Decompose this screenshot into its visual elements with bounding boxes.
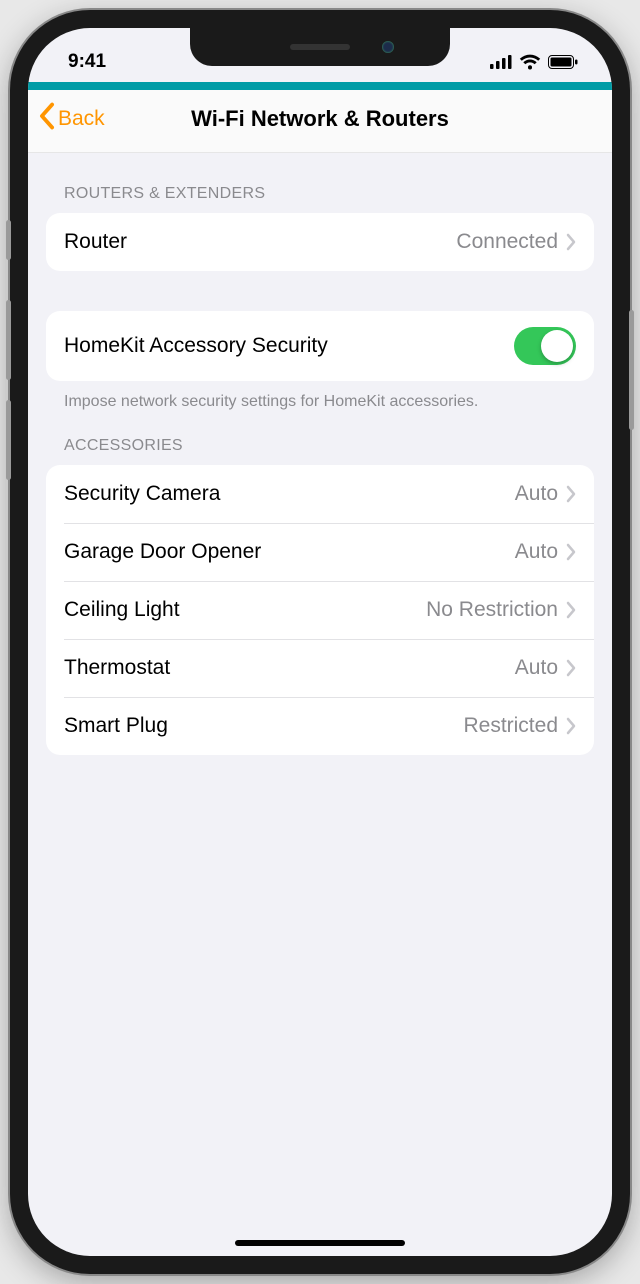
row-value: Auto <box>515 482 558 506</box>
row-value: Restricted <box>463 714 558 738</box>
notch <box>190 28 450 66</box>
row-value: Connected <box>456 230 558 254</box>
chevron-right-icon <box>566 543 576 561</box>
row-value: Auto <box>515 656 558 680</box>
section-header-accessories: ACCESSORIES <box>46 413 594 465</box>
row-router[interactable]: Router Connected <box>46 213 594 271</box>
row-value: No Restriction <box>426 598 558 622</box>
nav-bar: Back Wi-Fi Network & Routers <box>28 90 612 153</box>
row-label: Ceiling Light <box>64 598 426 622</box>
group-accessories: Security Camera Auto Garage Door Opener … <box>46 465 594 755</box>
section-header-routers: ROUTERS & EXTENDERS <box>46 153 594 213</box>
volume-down-button <box>6 400 11 480</box>
row-label: Security Camera <box>64 482 515 506</box>
chevron-right-icon <box>566 717 576 735</box>
cellular-icon <box>490 55 512 69</box>
section-footer-security: Impose network security settings for Hom… <box>46 381 594 413</box>
chevron-right-icon <box>566 485 576 503</box>
row-accessory-smart-plug[interactable]: Smart Plug Restricted <box>46 697 594 755</box>
row-value: Auto <box>515 540 558 564</box>
battery-icon <box>548 55 578 69</box>
back-label: Back <box>58 107 105 131</box>
silent-switch <box>6 220 11 260</box>
row-accessory-ceiling-light[interactable]: Ceiling Light No Restriction <box>46 581 594 639</box>
row-accessory-garage[interactable]: Garage Door Opener Auto <box>46 523 594 581</box>
back-button[interactable]: Back <box>38 102 105 136</box>
chevron-left-icon <box>38 102 56 136</box>
group-security: HomeKit Accessory Security <box>46 311 594 381</box>
content: ROUTERS & EXTENDERS Router Connected Hom… <box>28 153 612 755</box>
row-accessory-thermostat[interactable]: Thermostat Auto <box>46 639 594 697</box>
card-peek <box>28 82 612 90</box>
volume-up-button <box>6 300 11 380</box>
phone-frame: 9:41 Back Wi-Fi Network & <box>10 10 630 1274</box>
row-label: Router <box>64 230 456 254</box>
home-indicator[interactable] <box>235 1240 405 1246</box>
chevron-right-icon <box>566 601 576 619</box>
chevron-right-icon <box>566 233 576 251</box>
group-routers: Router Connected <box>46 213 594 271</box>
row-label: HomeKit Accessory Security <box>64 334 514 358</box>
row-label: Smart Plug <box>64 714 463 738</box>
screen: 9:41 Back Wi-Fi Network & <box>28 28 612 1256</box>
page-title: Wi-Fi Network & Routers <box>28 106 612 132</box>
row-label: Thermostat <box>64 656 515 680</box>
power-button <box>629 310 634 430</box>
chevron-right-icon <box>566 659 576 677</box>
wifi-icon <box>519 54 541 70</box>
row-accessory-security-camera[interactable]: Security Camera Auto <box>46 465 594 523</box>
row-label: Garage Door Opener <box>64 540 515 564</box>
row-homekit-security[interactable]: HomeKit Accessory Security <box>46 311 594 381</box>
toggle-homekit-security[interactable] <box>514 327 576 365</box>
status-time: 9:41 <box>68 51 106 73</box>
